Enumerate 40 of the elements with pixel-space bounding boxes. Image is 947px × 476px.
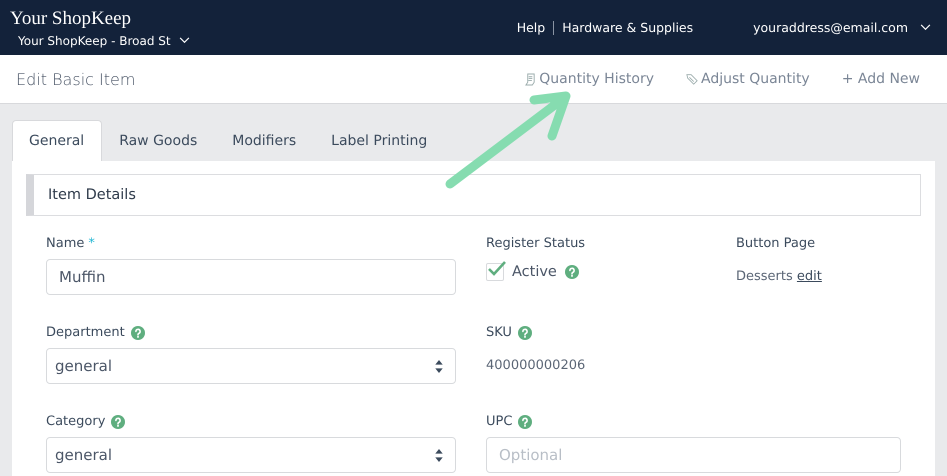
chevron-down-icon[interactable]: [178, 37, 190, 44]
sort-arrows-icon: [435, 360, 443, 372]
checkbox-label: Active: [512, 264, 557, 280]
adjust-button[interactable]: Adjust Quantity: [686, 71, 810, 87]
field-label: Button Page: [736, 236, 816, 251]
field-label: SKU: [486, 325, 512, 340]
field-label: Category: [46, 414, 106, 429]
add-button[interactable]: + Add New: [842, 71, 920, 87]
name-field[interactable]: Muffin: [46, 259, 456, 295]
page-title: Edit Basic Item: [16, 70, 136, 88]
help-icon[interactable]: [518, 414, 532, 428]
department-select[interactable]: general: [46, 348, 456, 384]
history-button[interactable]: Quantity History: [525, 71, 654, 87]
category-select[interactable]: general: [46, 437, 456, 473]
checkbox[interactable]: [486, 263, 504, 281]
field-label: Register Status: [486, 236, 586, 251]
help-icon[interactable]: [564, 265, 579, 279]
edit-link[interactable]: edit: [796, 269, 822, 284]
tab[interactable]: General: [12, 120, 102, 161]
header-link[interactable]: Help: [516, 20, 546, 35]
tab[interactable]: Raw Goods: [102, 120, 216, 161]
document-icon: [525, 72, 536, 86]
section-header: Item Details: [26, 174, 921, 216]
field-label: Department: [46, 325, 125, 340]
tab[interactable]: Modifiers: [215, 120, 314, 161]
header-link[interactable]: Hardware & Supplies: [562, 20, 694, 35]
field-label: Name: [46, 236, 84, 251]
sort-arrows-icon: [435, 448, 443, 462]
sku-value: 400000000206: [486, 357, 586, 373]
help-icon[interactable]: [111, 414, 126, 428]
store-name[interactable]: Your ShopKeep - Broad St: [18, 34, 171, 48]
chevron-down-icon[interactable]: [920, 24, 931, 31]
help-icon[interactable]: [518, 326, 532, 340]
tab[interactable]: Label Printing: [314, 120, 446, 161]
field-label: UPC: [486, 414, 512, 429]
help-icon[interactable]: [130, 326, 145, 340]
button-page-value: Desserts edit: [736, 268, 823, 284]
account-email[interactable]: youraddress@email.com: [753, 20, 908, 35]
brand-name: Your ShopKeep: [10, 8, 132, 30]
required-mark: *: [88, 236, 95, 251]
